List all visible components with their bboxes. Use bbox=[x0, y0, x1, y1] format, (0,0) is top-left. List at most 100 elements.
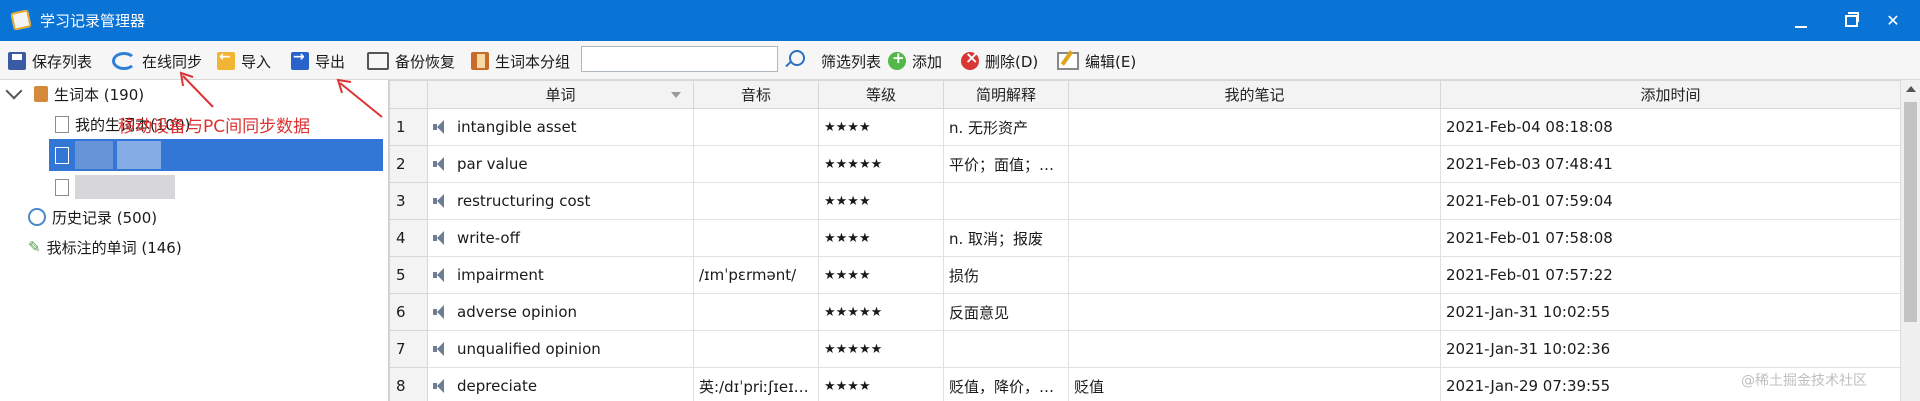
watermark: @稀土掘金技术社区 bbox=[1741, 373, 1867, 389]
delete-button[interactable]: 删除(D) bbox=[961, 48, 1038, 73]
row-number: 8 bbox=[389, 367, 428, 401]
minimize-button[interactable] bbox=[1786, 6, 1816, 36]
table-row[interactable]: 2 par value ★★★★★ 平价；面值；票... 2021-Feb-03 07:… bbox=[389, 145, 1900, 183]
brief-cell bbox=[943, 182, 1069, 220]
level-cell: ★★★★ bbox=[818, 182, 944, 220]
word-text: depreciate bbox=[457, 377, 538, 395]
table-row[interactable]: 7 unqualified opinion ★★★★★ 2021-Jan-31 10:… bbox=[389, 330, 1900, 368]
note-cell bbox=[1068, 182, 1441, 220]
add-label: 添加 bbox=[912, 52, 943, 71]
note-cell bbox=[1068, 108, 1441, 146]
column-header-word[interactable]: 单词 bbox=[427, 80, 694, 109]
phonetic-cell: /ɪmˈpɛrmənt/ bbox=[693, 256, 819, 294]
search-input[interactable] bbox=[581, 46, 778, 72]
annotation-text: 移动设备与PC间同步数据 bbox=[118, 117, 311, 137]
tree-node-history-label: 历史记录 (500) bbox=[52, 208, 158, 227]
redacted-label bbox=[75, 175, 175, 199]
edit-icon bbox=[1057, 52, 1079, 70]
column-header-brief[interactable]: 简明解释 bbox=[943, 80, 1069, 109]
speaker-icon[interactable] bbox=[433, 305, 449, 319]
note-cell bbox=[1068, 293, 1441, 331]
level-cell: ★★★★ bbox=[818, 108, 944, 146]
edit-label: 编辑(E) bbox=[1085, 52, 1137, 71]
word-text: write-off bbox=[457, 229, 520, 247]
wordbook-group-label: 生词本分组 bbox=[495, 52, 571, 71]
tree-node-history[interactable]: 历史记录 (500) bbox=[28, 203, 157, 231]
row-number: 6 bbox=[389, 293, 428, 331]
time-cell: 2021-Feb-03 07:48:41 bbox=[1440, 145, 1900, 183]
brief-cell: 损伤 bbox=[943, 256, 1069, 294]
phonetic-cell bbox=[693, 108, 819, 146]
time-cell: 2021-Jan-31 10:02:55 bbox=[1440, 293, 1900, 331]
scroll-thumb[interactable] bbox=[1904, 102, 1917, 322]
column-header-word-label: 单词 bbox=[545, 86, 576, 104]
table-row[interactable]: 3 restructuring cost ★★★★ 2021-Feb-01 07:59… bbox=[389, 182, 1900, 220]
column-header-level[interactable]: 等级 bbox=[818, 80, 944, 109]
row-number: 4 bbox=[389, 219, 428, 257]
speaker-icon[interactable] bbox=[433, 379, 449, 393]
speaker-icon[interactable] bbox=[433, 194, 449, 208]
delete-icon bbox=[961, 48, 979, 70]
word-cell: write-off bbox=[427, 219, 694, 257]
time-cell: 2021-Feb-01 07:57:22 bbox=[1440, 256, 1900, 294]
phonetic-cell bbox=[693, 145, 819, 183]
note-cell bbox=[1068, 256, 1441, 294]
table-row[interactable]: 6 adverse opinion ★★★★★ 反面意见 2021-Jan-31 10:… bbox=[389, 293, 1900, 331]
search-icon[interactable] bbox=[789, 50, 805, 66]
table-row[interactable]: 4 write-off ★★★★ n. 取消；报废 2021-Feb-01 07:58:… bbox=[389, 219, 1900, 257]
table-header: 单词 音标 等级 简明解释 我的笔记 添加时间 bbox=[389, 80, 1900, 109]
row-number: 3 bbox=[389, 182, 428, 220]
speaker-icon[interactable] bbox=[433, 120, 449, 134]
word-table: 单词 音标 等级 简明解释 我的笔记 添加时间 1 intangible asse… bbox=[389, 80, 1900, 401]
time-cell: 2021-Feb-04 08:18:08 bbox=[1440, 108, 1900, 146]
level-cell: ★★★★ bbox=[818, 219, 944, 257]
scroll-up-icon[interactable] bbox=[1906, 86, 1916, 92]
tree-node-redacted[interactable] bbox=[55, 173, 175, 201]
word-text: par value bbox=[457, 155, 528, 173]
speaker-icon[interactable] bbox=[433, 342, 449, 356]
word-cell: adverse opinion bbox=[427, 293, 694, 331]
wordbook-group-button[interactable]: 生词本分组 bbox=[471, 49, 570, 73]
filter-list-label: 筛选列表 bbox=[821, 52, 882, 71]
add-icon bbox=[888, 49, 906, 70]
filter-list-button[interactable]: 筛选列表 bbox=[821, 49, 881, 73]
speaker-icon[interactable] bbox=[433, 157, 449, 171]
phonetic-cell: 英:/dɪˈpriːʃɪeɪt/... bbox=[693, 367, 819, 401]
word-text: impairment bbox=[457, 266, 544, 284]
word-cell: impairment bbox=[427, 256, 694, 294]
phonetic-cell bbox=[693, 182, 819, 220]
brief-cell: 反面意见 bbox=[943, 293, 1069, 331]
speaker-icon[interactable] bbox=[433, 231, 449, 245]
sort-arrow-icon bbox=[671, 92, 681, 98]
vertical-scrollbar[interactable] bbox=[1900, 80, 1920, 401]
edit-button[interactable]: 编辑(E) bbox=[1057, 49, 1136, 73]
time-cell: 2021-Feb-01 07:59:04 bbox=[1440, 182, 1900, 220]
word-text: unqualified opinion bbox=[457, 340, 601, 358]
word-cell: unqualified opinion bbox=[427, 330, 694, 368]
row-number: 1 bbox=[389, 108, 428, 146]
add-button[interactable]: 添加 bbox=[888, 49, 942, 73]
close-button[interactable]: ✕ bbox=[1878, 6, 1908, 36]
table-row[interactable]: 5 impairment/ɪmˈpɛrmənt/★★★★ 损伤 2021-Feb-01… bbox=[389, 256, 1900, 294]
column-header-phonetic[interactable]: 音标 bbox=[693, 80, 819, 109]
maximize-button[interactable] bbox=[1836, 6, 1866, 36]
column-header-note[interactable]: 我的笔记 bbox=[1068, 80, 1441, 109]
marked-words-icon: ✎ bbox=[28, 238, 41, 256]
time-cell: 2021-Jan-31 10:02:36 bbox=[1440, 330, 1900, 368]
level-cell: ★★★★★ bbox=[818, 330, 944, 368]
tree-node-marked[interactable]: ✎ 我标注的单词 (146) bbox=[28, 233, 182, 261]
table-row[interactable]: 8 depreciate 英:/dɪˈpriːʃɪeɪt/... ★★★★ 贬值，降价，… bbox=[389, 367, 1900, 401]
speaker-icon[interactable] bbox=[433, 268, 449, 282]
word-cell: intangible asset bbox=[427, 108, 694, 146]
note-cell bbox=[1068, 330, 1441, 368]
book-icon bbox=[471, 52, 489, 70]
brief-cell bbox=[943, 330, 1069, 368]
note-cell: 贬值 bbox=[1068, 367, 1441, 401]
table-row[interactable]: 1 intangible asset ★★★★ n. 无形资产 2021-Feb-04 … bbox=[389, 108, 1900, 146]
history-icon bbox=[28, 208, 46, 226]
column-header-time[interactable]: 添加时间 bbox=[1440, 80, 1900, 109]
brief-cell: 平价；面值；票... bbox=[943, 145, 1069, 183]
tree-node-marked-label: 我标注的单词 (146) bbox=[46, 238, 182, 257]
column-header-rownum[interactable] bbox=[389, 80, 428, 109]
level-cell: ★★★★★ bbox=[818, 145, 944, 183]
